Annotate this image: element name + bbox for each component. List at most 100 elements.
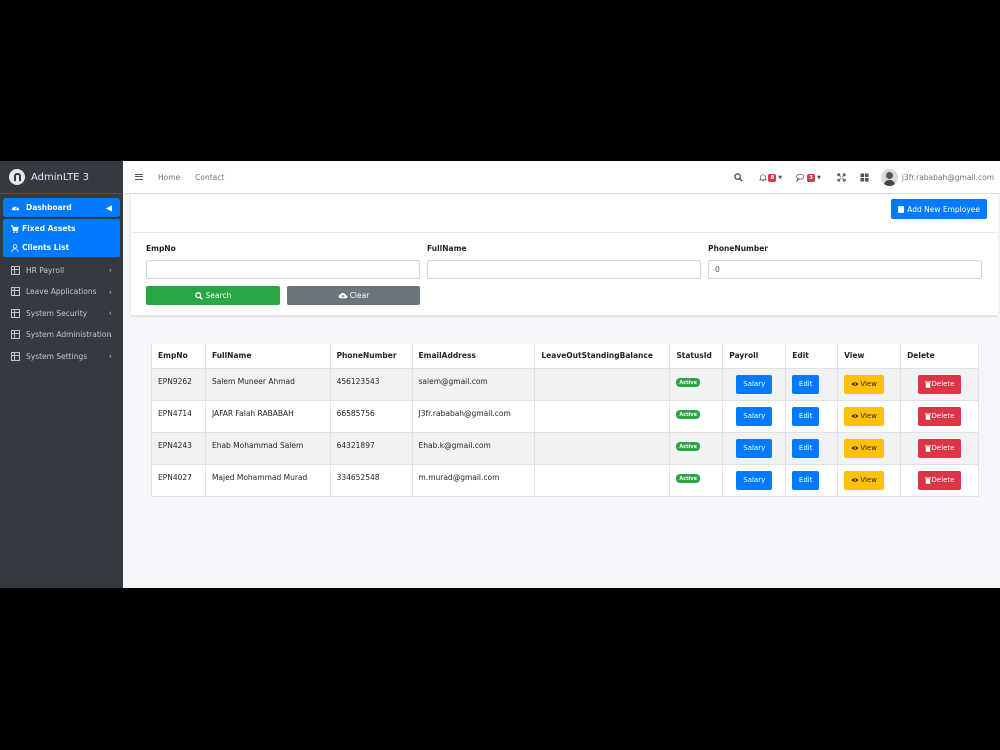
menu-toggle-icon[interactable]: [135, 174, 143, 180]
bell-icon: [759, 174, 768, 182]
cell-view: View: [837, 463, 902, 497]
cell-delete: Delete: [900, 463, 979, 497]
cell-balance: [534, 367, 671, 401]
empno-label: EmpNo: [146, 244, 176, 253]
user-icon: [11, 243, 19, 252]
nav-link-contact[interactable]: Contact: [195, 173, 224, 182]
add-employee-button[interactable]: Add New Employee: [891, 199, 987, 219]
sidebar-item-system-security[interactable]: System Security ‹: [3, 303, 120, 323]
view-button[interactable]: View: [844, 470, 885, 490]
cell-fullname: JAFAR Falah RABABAH: [204, 399, 331, 433]
divider: [131, 232, 998, 233]
sidebar-item-clients-list[interactable]: Clients List: [3, 238, 120, 257]
user-email[interactable]: j3fr.rababah@gmail.com: [902, 173, 994, 182]
sidebar-item-fixed-assets[interactable]: Fixed Assets: [3, 219, 120, 238]
sidebar-item-system-settings[interactable]: System Settings ‹: [3, 346, 120, 366]
delete-button-label: Delete: [931, 380, 955, 388]
cell-fullname: Salem Muneer Ahmad: [204, 367, 331, 401]
sidebar-nav: Dashboard ◀ Fixed Assets Clients List HR…: [0, 194, 123, 372]
cell-view: View: [837, 399, 902, 433]
notifications-badge: 8: [768, 173, 777, 182]
table-icon: [11, 351, 20, 361]
cell-delete: Delete: [900, 431, 979, 465]
edit-button[interactable]: Edit: [792, 374, 820, 394]
trash-icon: [924, 477, 931, 484]
table-icon: [11, 308, 20, 318]
view-button[interactable]: View: [844, 406, 885, 426]
salary-button[interactable]: Salary: [736, 470, 773, 490]
chevron-left-icon: ‹: [108, 330, 112, 339]
empno-input[interactable]: [146, 260, 420, 279]
delete-button[interactable]: Delete: [918, 470, 962, 490]
brand[interactable]: AdminLTE 3: [0, 161, 123, 194]
sidebar-item-label: System Administration: [26, 330, 112, 339]
delete-button[interactable]: Delete: [918, 374, 962, 394]
cell-email: J3fr.rababah@gmail.com: [411, 399, 536, 433]
cart-icon: [11, 224, 19, 233]
add-employee-label: Add New Employee: [907, 204, 980, 214]
search-toggle[interactable]: [734, 173, 744, 182]
cell-status: Active: [669, 367, 724, 401]
cell-payroll: Salary: [722, 463, 787, 497]
sidebar-item-system-administration[interactable]: System Administration ‹: [3, 325, 120, 345]
caret-down-icon: ▼: [816, 174, 821, 181]
messages-badge: 3: [807, 173, 815, 182]
cell-edit: Edit: [785, 399, 839, 433]
salary-button[interactable]: Salary: [736, 374, 773, 394]
view-button[interactable]: View: [844, 374, 885, 394]
sidebar-item-leave-applications[interactable]: Leave Applications ‹: [3, 282, 120, 302]
sidebar: AdminLTE 3 Dashboard ◀ Fixed Assets Clie…: [0, 161, 123, 588]
col-header-balance: LeaveOutStandingBalance: [534, 344, 671, 369]
edit-button[interactable]: Edit: [792, 470, 820, 490]
table-row: EPN9262 Salem Muneer Ahmad 456123543 sal…: [151, 367, 979, 401]
delete-button[interactable]: Delete: [918, 406, 962, 426]
delete-button[interactable]: Delete: [918, 438, 962, 458]
dashboard-icon: [11, 206, 20, 211]
cell-balance: [534, 431, 671, 465]
fullscreen-toggle[interactable]: [837, 173, 846, 182]
trash-icon: [924, 381, 931, 388]
col-header-phone: PhoneNumber: [329, 344, 413, 369]
phone-input[interactable]: 0: [708, 260, 982, 279]
cell-view: View: [837, 431, 902, 465]
cell-email: Ehab.k@gmail.com: [411, 431, 536, 465]
employees-table-card: EmpNo FullName PhoneNumber EmailAddress …: [151, 344, 979, 497]
eye-icon: [851, 446, 859, 450]
clear-button[interactable]: Clear: [287, 286, 420, 305]
sidebar-item-hr-payroll[interactable]: HR Payroll ‹: [3, 260, 120, 280]
sidebar-item-dashboard[interactable]: Dashboard ◀: [3, 198, 120, 217]
cell-status: Active: [669, 431, 724, 465]
status-badge: Active: [676, 474, 700, 483]
nav-link-home[interactable]: Home: [158, 173, 180, 182]
col-header-fullname: FullName: [204, 344, 331, 369]
cell-phone: 64321897: [329, 431, 413, 465]
cell-payroll: Salary: [722, 399, 787, 433]
comments-icon: [796, 173, 805, 182]
salary-button[interactable]: Salary: [736, 406, 773, 426]
trash-icon: [924, 445, 931, 452]
view-button-label: View: [860, 380, 877, 388]
sidebar-item-label: Clients List: [22, 243, 70, 252]
cell-balance: [534, 463, 671, 497]
avatar[interactable]: [880, 169, 898, 186]
fullname-input[interactable]: [427, 260, 701, 279]
messages-dropdown[interactable]: 3 ▼: [796, 173, 821, 182]
salary-button[interactable]: Salary: [736, 438, 773, 458]
table-header-row: EmpNo FullName PhoneNumber EmailAddress …: [151, 344, 979, 369]
edit-button[interactable]: Edit: [792, 438, 820, 458]
status-badge: Active: [676, 378, 700, 387]
cell-balance: [534, 399, 671, 433]
edit-button[interactable]: Edit: [792, 406, 820, 426]
sidebar-item-label: Fixed Assets: [22, 224, 76, 233]
col-header-email: EmailAddress: [411, 344, 536, 369]
status-badge: Active: [676, 410, 700, 419]
delete-button-label: Delete: [931, 412, 955, 420]
notifications-dropdown[interactable]: 8 ▼: [759, 173, 782, 182]
search-button[interactable]: Search: [146, 286, 280, 305]
view-button[interactable]: View: [844, 438, 885, 458]
control-sidebar-toggle[interactable]: [860, 173, 869, 182]
employees-table: EmpNo FullName PhoneNumber EmailAddress …: [151, 344, 979, 497]
search-icon: [194, 291, 203, 300]
cell-phone: 456123543: [329, 367, 413, 401]
sidebar-item-label: System Security: [26, 308, 88, 318]
